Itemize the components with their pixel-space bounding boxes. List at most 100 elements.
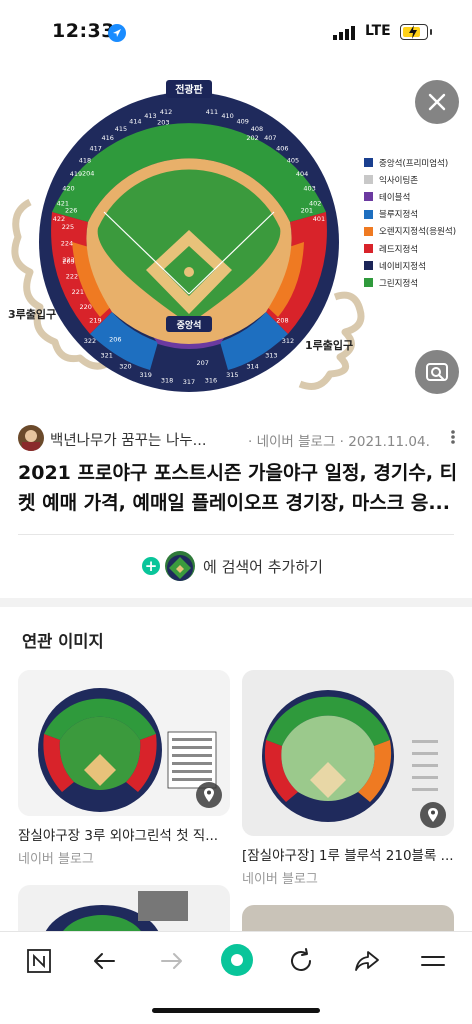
legend-swatch — [364, 261, 373, 271]
section-number: 205 — [62, 258, 74, 266]
author-name[interactable]: 백년나무가 꿈꾸는 나누... — [50, 429, 206, 450]
stadium-seat-map-image[interactable]: 전광판 중앙석 3루출입구 1루출입구 412 413 414 415 416 417 41… — [0, 62, 472, 402]
related-image-source: 네이버 블로그 — [242, 872, 318, 887]
section-number: 201 — [301, 206, 313, 214]
section-number: 410 — [221, 112, 233, 120]
legend-label: 익사이팅존 — [379, 175, 419, 186]
section-number: 204 — [82, 169, 94, 177]
related-image-caption[interactable]: 잠실야구장 3루 외야그린석 첫 직... — [18, 824, 230, 844]
section-number: 419 — [70, 170, 82, 178]
section-number: 411 — [206, 108, 218, 116]
location-arrow-icon — [108, 24, 126, 42]
search-thumbnail — [165, 551, 195, 581]
related-image-source: 네이버 블로그 — [18, 852, 94, 867]
legend-swatch — [364, 192, 373, 202]
legend-label: 레드지정석 — [379, 244, 419, 255]
section-number: 221 — [72, 288, 84, 296]
legend-item: 테이블석 — [364, 188, 456, 205]
home-indicator — [152, 1008, 320, 1013]
menu-icon[interactable] — [418, 946, 448, 976]
legend-item: 네이비지정석 — [364, 257, 456, 274]
section-number: 208 — [276, 316, 288, 324]
signal-bars-icon — [333, 26, 355, 40]
section-number: 321 — [100, 351, 112, 359]
legend-swatch — [364, 226, 373, 236]
result-source-row[interactable]: 백년나무가 꿈꾸는 나누... · 네이버 블로그 · 2021.11.04. — [18, 424, 458, 452]
section-number: 403 — [303, 184, 315, 192]
green-dot-button-icon[interactable] — [220, 943, 254, 977]
related-image-peek[interactable] — [18, 885, 230, 931]
related-image-peek[interactable] — [242, 905, 454, 931]
legend-swatch — [364, 244, 373, 254]
location-pin-icon[interactable] — [420, 802, 446, 828]
related-image[interactable] — [18, 670, 230, 816]
section-number: 413 — [144, 112, 156, 120]
section-gap — [0, 598, 472, 607]
section-number: 408 — [251, 125, 263, 133]
plus-icon: + — [142, 557, 160, 575]
close-button[interactable] — [415, 80, 459, 124]
add-search-term-row[interactable]: + 에 검색어 추가하기 — [0, 548, 472, 584]
section-number: 417 — [89, 145, 101, 153]
section-number: 404 — [296, 170, 308, 178]
back-arrow-icon[interactable] — [90, 946, 120, 976]
section-number: 414 — [129, 117, 141, 125]
legend-item: 중앙석(프리미엄석) — [364, 154, 456, 171]
section-number: 203 — [157, 119, 169, 127]
related-images-heading: 연관 이미지 — [22, 632, 104, 651]
refresh-icon[interactable] — [286, 946, 316, 976]
result-title[interactable]: 2021 프로야구 포스트시즌 가을야구 일정, 경기수, 티켓 예매 가격, … — [18, 458, 458, 518]
legend-swatch — [364, 209, 373, 219]
network-type: LTE — [365, 23, 391, 39]
related-image-card[interactable]: [잠실야구장] 1루 블루석 210블록 ... 네이버 블로그 — [242, 670, 454, 887]
section-number: 225 — [62, 223, 74, 231]
scoreboard-label: 전광판 — [175, 83, 203, 96]
section-number: 415 — [115, 125, 127, 133]
section-number: 316 — [205, 376, 217, 384]
section-number: 219 — [89, 316, 101, 324]
section-number: 206 — [109, 335, 121, 343]
section-number: 318 — [161, 376, 173, 384]
naver-home-icon[interactable] — [24, 946, 54, 976]
seat-legend: 중앙석(프리미엄석) 익사이팅존테이블석블루지정석오렌지지정석(응원석) 레드지정석… — [364, 154, 456, 292]
section-number: 418 — [79, 157, 91, 165]
image-search-button[interactable] — [415, 350, 459, 394]
related-image-card[interactable]: 잠실야구장 3루 외야그린석 첫 직... 네이버 블로그 — [18, 670, 230, 867]
section-number: 319 — [139, 371, 151, 379]
section-number: 226 — [65, 206, 77, 214]
divider — [18, 534, 454, 535]
close-icon — [428, 93, 446, 111]
section-number: 317 — [183, 378, 195, 386]
status-bar: 12:33 LTE — [0, 0, 472, 62]
source-meta: · 네이버 블로그 · 2021.11.04. — [248, 434, 430, 450]
legend-swatch — [364, 278, 373, 288]
section-number: 407 — [264, 134, 276, 142]
section-number: 207 — [196, 359, 208, 367]
section-number: 320 — [119, 363, 131, 371]
legend-label: 블루지정석 — [379, 210, 419, 221]
section-number: 416 — [101, 134, 113, 142]
section-number: 401 — [313, 215, 325, 223]
section-number: 322 — [84, 337, 96, 345]
section-number: 420 — [62, 184, 74, 192]
related-image[interactable] — [242, 670, 454, 836]
legend-swatch — [364, 158, 373, 168]
section-number: 409 — [236, 117, 248, 125]
author-avatar — [18, 425, 44, 451]
legend-item: 오렌지지정석(응원석) — [364, 223, 456, 240]
share-icon[interactable] — [352, 946, 382, 976]
section-number: 406 — [276, 145, 288, 153]
location-pin-icon[interactable] — [196, 782, 222, 808]
more-options-icon[interactable] — [448, 426, 458, 448]
legend-label: 오렌지지정석(응원석) — [379, 227, 457, 238]
add-search-text: 에 검색어 추가하기 — [203, 558, 323, 576]
legend-label: 그린지정석 — [379, 278, 419, 289]
status-time: 12:33 — [52, 20, 115, 42]
forward-arrow-icon[interactable] — [156, 946, 186, 976]
related-image-caption[interactable]: [잠실야구장] 1루 블루석 210블록 ... — [242, 844, 454, 864]
home-label: 중앙석 — [177, 319, 202, 331]
section-number: 405 — [287, 157, 299, 165]
legend-item: 레드지정석 — [364, 240, 456, 257]
legend-item: 그린지정석 — [364, 274, 456, 291]
section-number: 412 — [160, 108, 172, 116]
